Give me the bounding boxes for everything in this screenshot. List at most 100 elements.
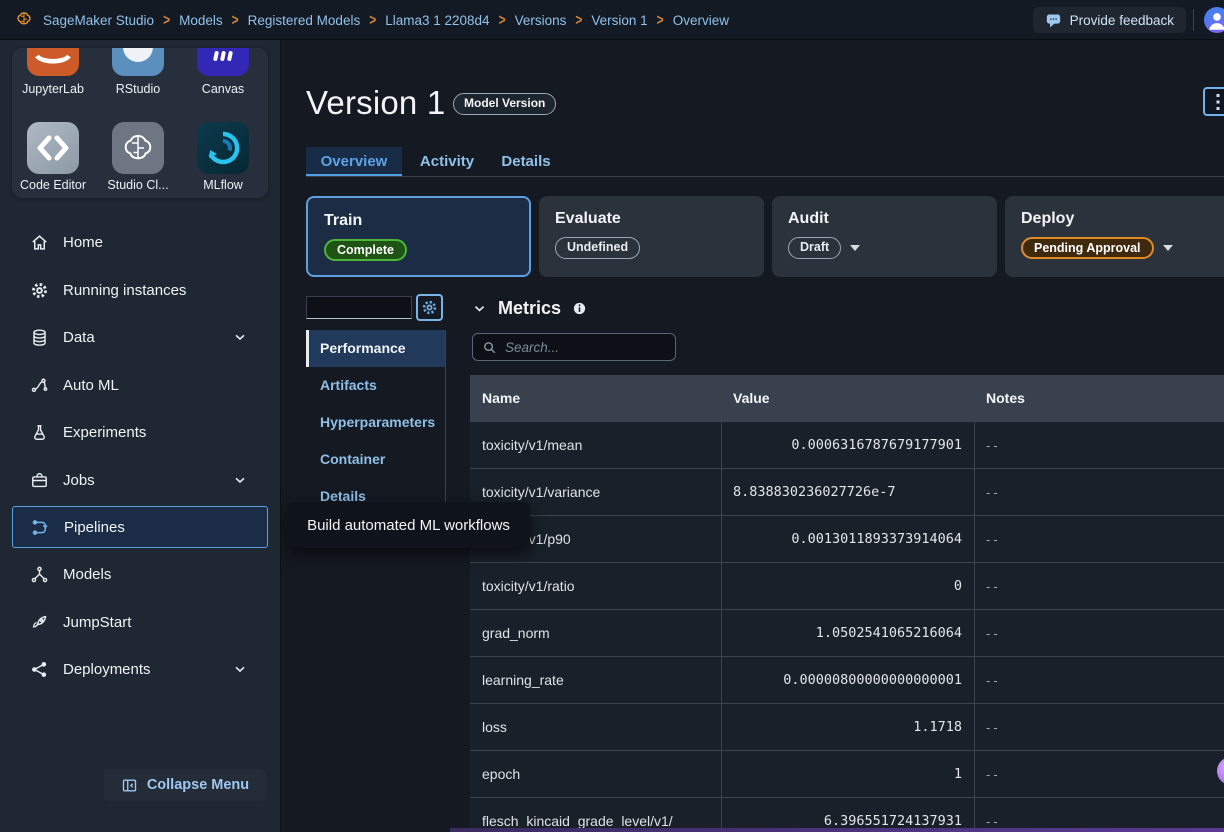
subnav-item-container[interactable]: Container	[306, 441, 445, 478]
caret-down-icon[interactable]	[850, 245, 860, 251]
sidebar-item-experiments[interactable]: Experiments	[0, 416, 281, 448]
subnav-item-artifacts[interactable]: Artifacts	[306, 367, 445, 404]
stage-card-evaluate[interactable]: Evaluate Undefined	[539, 196, 764, 277]
breadcrumb-separator: >	[657, 11, 664, 29]
breadcrumb-item[interactable]: Version 1	[591, 13, 647, 28]
breadcrumb-item[interactable]: Registered Models	[248, 13, 361, 28]
info-icon[interactable]	[572, 301, 587, 316]
metric-value: 8.838830236027726e-7	[721, 484, 974, 500]
table-row: grad_norm 1.0502541065216064 --	[470, 609, 1224, 656]
table-row: toxicity/v1/p90 0.0013011893373914064 --	[470, 515, 1224, 562]
stage-name: Audit	[788, 210, 981, 228]
app-tile-label: Studio Cl...	[96, 178, 180, 192]
sidebar-item-models[interactable]: Models	[0, 558, 281, 590]
section-collapse-chevron-icon[interactable]	[472, 301, 487, 316]
breadcrumb-separator: >	[499, 11, 506, 29]
collapse-panel-icon	[121, 777, 138, 794]
share-nodes-icon	[30, 660, 49, 679]
metric-notes: --	[974, 673, 1224, 688]
stage-card-audit[interactable]: Audit Draft	[772, 196, 997, 277]
breadcrumb-item[interactable]: Models	[179, 13, 223, 28]
collapse-menu-label: Collapse Menu	[147, 777, 249, 793]
sidebar-item-data[interactable]: Data	[0, 321, 281, 353]
info-icon-glyph	[572, 301, 587, 316]
metric-name: toxicity/v1/mean	[470, 437, 721, 453]
metric-name: learning_rate	[470, 672, 721, 688]
metric-notes: --	[974, 720, 1224, 735]
tooltip-text: Build automated ML workflows	[307, 517, 510, 534]
status-badge-complete: Complete	[324, 239, 407, 261]
metric-notes: --	[974, 767, 1224, 782]
app-tile-jupyterlab[interactable]	[27, 48, 79, 76]
main-content: Version 1 Model Version Overview Activit…	[281, 40, 1224, 832]
app-tile-label: MLflow	[181, 178, 265, 192]
breadcrumb-item[interactable]: Llama3 1 2208d4	[385, 13, 489, 28]
metric-value: 1	[721, 766, 974, 782]
chevron-down-icon	[232, 329, 248, 345]
tab-details[interactable]: Details	[493, 147, 559, 176]
app-tile-code-editor[interactable]	[27, 122, 79, 174]
actions-kebab-button[interactable]	[1203, 87, 1224, 116]
models-icon	[30, 565, 49, 584]
sidebar-item-home[interactable]: Home	[0, 226, 281, 258]
subnav-item-hyperparameters[interactable]: Hyperparameters	[306, 404, 445, 441]
metric-name: flesch_kincaid_grade_level/v1/	[470, 813, 721, 829]
stage-card-train[interactable]: Train Complete	[306, 196, 531, 277]
app-tile-mlflow[interactable]	[197, 122, 249, 174]
pipelines-tooltip: Build automated ML workflows	[287, 502, 530, 548]
home-icon	[30, 233, 49, 252]
status-badge-undefined: Undefined	[555, 237, 640, 259]
app-tile-rstudio[interactable]	[112, 48, 164, 76]
sidebar-item-label: Deployments	[63, 661, 151, 678]
subnav-filter-input[interactable]	[306, 296, 412, 319]
search-input[interactable]	[505, 340, 666, 355]
column-separator	[721, 421, 722, 832]
assistant-bottom-bar	[450, 828, 1224, 832]
table-settings-button[interactable]	[416, 294, 443, 321]
top-bar: SageMaker Studio > Models > Registered M…	[0, 0, 1224, 40]
breadcrumb-item[interactable]: SageMaker Studio	[43, 13, 154, 28]
mlflow-icon	[197, 122, 249, 174]
provide-feedback-button[interactable]: Provide feedback	[1033, 7, 1186, 33]
sidebar-item-jobs[interactable]: Jobs	[0, 464, 281, 496]
metric-value: 0.0013011893373914064	[721, 531, 974, 547]
sidebar-item-auto-ml[interactable]: Auto ML	[0, 369, 281, 401]
metric-name: grad_norm	[470, 625, 721, 641]
sidebar-item-running-instances[interactable]: Running instances	[0, 274, 281, 306]
metrics-section-header: Metrics	[472, 296, 587, 320]
app-tile-canvas[interactable]	[197, 48, 249, 76]
sidebar-item-label: Data	[63, 329, 95, 346]
metric-value: 0.0006316787679177901	[721, 437, 974, 453]
column-header-value: Value	[721, 390, 974, 406]
stage-name: Train	[324, 212, 513, 230]
tab-overview[interactable]: Overview	[306, 147, 402, 176]
stage-name: Deploy	[1021, 210, 1214, 228]
pipelines-icon	[31, 518, 50, 537]
breadcrumb-item[interactable]: Versions	[515, 13, 567, 28]
metrics-table: Name Value Notes toxicity/v1/mean 0.0006…	[470, 375, 1224, 832]
stage-card-deploy[interactable]: Deploy Pending Approval	[1005, 196, 1224, 277]
person-icon	[1204, 7, 1224, 33]
sidebar-item-jumpstart[interactable]: JumpStart	[0, 606, 281, 638]
metrics-subnav: Performance Artifacts Hyperparameters Co…	[306, 330, 446, 515]
breadcrumb-item-current[interactable]: Overview	[673, 13, 729, 28]
tab-activity[interactable]: Activity	[411, 147, 483, 176]
canvas-icon	[197, 48, 249, 76]
user-avatar[interactable]	[1204, 7, 1224, 33]
status-badge-pending-approval[interactable]: Pending Approval	[1021, 237, 1154, 259]
sidebar-item-pipelines[interactable]: Pipelines	[12, 506, 268, 548]
app-tiles-panel: JupyterLab RStudio Canvas	[12, 48, 268, 198]
code-editor-icon	[27, 122, 79, 174]
table-row: epoch 1 --	[470, 750, 1224, 797]
breadcrumb: SageMaker Studio > Models > Registered M…	[14, 0, 729, 40]
column-header-notes: Notes	[974, 390, 1224, 406]
collapse-menu-button[interactable]: Collapse Menu	[104, 769, 266, 801]
status-badge-draft[interactable]: Draft	[788, 237, 841, 259]
table-row: learning_rate 0.00000800000000000001 --	[470, 656, 1224, 703]
app-tile-studio-classic[interactable]	[112, 122, 164, 174]
sidebar-item-deployments[interactable]: Deployments	[0, 653, 281, 685]
topbar-divider	[1193, 9, 1194, 31]
caret-down-icon[interactable]	[1163, 245, 1173, 251]
app-tile-label: JupyterLab	[11, 82, 95, 96]
subnav-item-performance[interactable]: Performance	[306, 330, 445, 367]
